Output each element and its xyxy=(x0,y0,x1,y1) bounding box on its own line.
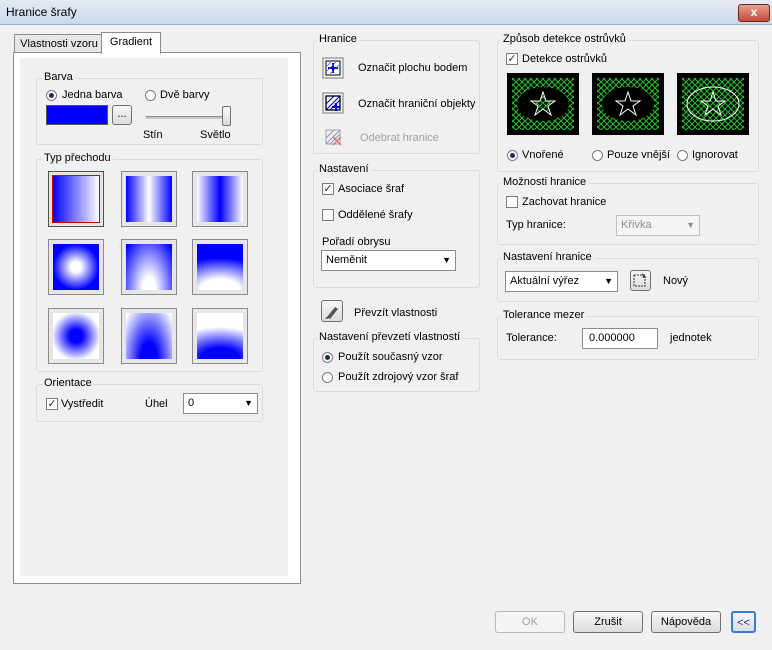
boundary-set-label: Nastavení hranice xyxy=(501,251,594,263)
shade-slider-track xyxy=(146,116,230,119)
island-normal-label: Vnořené xyxy=(522,149,564,161)
gradient-invhemispherical-swatch xyxy=(126,313,172,359)
boundary-type-label: Typ hranice: xyxy=(506,219,566,231)
boundaries-label: Hranice xyxy=(317,33,359,45)
gradient-hemispherical-button[interactable] xyxy=(121,239,177,295)
boundary-retention-label: Možnosti hranice xyxy=(501,176,589,188)
use-source-radio[interactable] xyxy=(322,372,333,383)
draw-order-value: Neměnit xyxy=(326,254,367,266)
use-current-radio[interactable] xyxy=(322,352,333,363)
pick-point-icon[interactable] xyxy=(322,57,344,79)
retain-boundaries-checkbox[interactable] xyxy=(506,196,518,208)
center-checkbox[interactable]: ✓ xyxy=(46,398,58,410)
gradient-spherical-button[interactable] xyxy=(48,308,104,364)
pick-point-label[interactable]: Označit plochu bodem xyxy=(358,62,467,74)
inherit-options-group xyxy=(313,338,480,392)
browse-color-button[interactable]: ... xyxy=(112,105,132,125)
gradient-invcurved-button[interactable] xyxy=(192,308,248,364)
window-title: Hranice šrafy xyxy=(6,5,77,19)
shade-slider-thumb[interactable] xyxy=(222,106,231,126)
draw-order-select[interactable]: Neměnit ▼ xyxy=(321,250,456,271)
use-source-label: Použít zdrojový vzor šraf xyxy=(338,371,459,383)
use-current-label: Použít současný vzor xyxy=(338,351,443,363)
gradient-spherical-swatch xyxy=(53,313,99,359)
options-label: Nastavení xyxy=(317,163,371,175)
islands-label: Způsob detekce ostrůvků xyxy=(501,33,628,45)
orientation-label: Orientace xyxy=(42,377,94,389)
island-normal-preview[interactable] xyxy=(507,73,579,135)
center-label: Vystředit xyxy=(61,398,104,410)
island-ignore-preview[interactable] xyxy=(677,73,749,135)
boundary-set-select[interactable]: Aktuální výřez ▼ xyxy=(505,271,618,292)
gradient-linear-swatch xyxy=(52,175,100,223)
new-boundary-set-label: Nový xyxy=(663,275,689,287)
one-color-label: Jedna barva xyxy=(62,89,123,101)
gradient-type-label: Typ přechodu xyxy=(42,152,113,164)
gradient-linear-button[interactable] xyxy=(48,171,104,227)
island-outer-preview[interactable] xyxy=(592,73,664,135)
two-colors-label: Dvě barvy xyxy=(160,89,210,101)
tab-pattern-properties[interactable]: Vlastnosti vzoru xyxy=(14,34,104,54)
select-objects-icon[interactable] xyxy=(322,92,344,114)
tab-gradient[interactable]: Gradient xyxy=(101,32,161,54)
gradient-curved-swatch xyxy=(197,244,243,290)
shade-label: Stín xyxy=(143,129,163,141)
color-group-label: Barva xyxy=(42,71,75,83)
island-detection-label: Detekce ostrůvků xyxy=(522,53,607,65)
boundary-type-select[interactable]: Křivka ▼ xyxy=(616,215,700,236)
gradient-invcylinder-swatch xyxy=(197,176,243,222)
inherit-options-label: Nastavení převzetí vlastností xyxy=(317,331,463,343)
chevron-down-icon: ▼ xyxy=(244,398,253,408)
close-button[interactable]: x xyxy=(738,4,770,22)
color-swatch[interactable] xyxy=(46,105,108,125)
gap-tolerance-label: Tolerance mezer xyxy=(501,309,587,321)
island-outer-radio[interactable] xyxy=(592,150,603,161)
tint-label: Světlo xyxy=(200,129,231,141)
retain-boundaries-label: Zachovat hranice xyxy=(522,196,607,208)
ok-button[interactable]: OK xyxy=(495,611,565,633)
chevron-down-icon: ▼ xyxy=(686,220,695,230)
gradient-hemispherical-swatch xyxy=(126,244,172,290)
separate-hatches-checkbox[interactable] xyxy=(322,209,334,221)
remove-boundaries-icon[interactable] xyxy=(322,126,342,146)
remove-boundaries-label[interactable]: Odebrat hranice xyxy=(360,132,439,144)
gradient-invhemispherical-button[interactable] xyxy=(121,308,177,364)
inherit-properties-button[interactable] xyxy=(321,300,343,322)
island-normal-radio[interactable] xyxy=(507,150,518,161)
gradient-cylinder-swatch xyxy=(126,176,172,222)
gradient-cylinder-button[interactable] xyxy=(121,171,177,227)
chevron-down-icon: ▼ xyxy=(604,276,613,286)
inherit-properties-label[interactable]: Převzít vlastnosti xyxy=(354,307,437,319)
angle-select[interactable]: 0 ▼ xyxy=(183,393,258,414)
tolerance-input[interactable]: 0.000000 xyxy=(582,328,658,349)
tolerance-units: jednotek xyxy=(670,332,712,344)
angle-label: Úhel xyxy=(145,398,168,410)
title-bar xyxy=(0,0,772,25)
angle-value: 0 xyxy=(188,397,195,409)
island-ignore-label: Ignorovat xyxy=(692,149,738,161)
gradient-invcylinder-button[interactable] xyxy=(192,171,248,227)
two-colors-radio[interactable] xyxy=(145,90,156,101)
chevron-down-icon: ▼ xyxy=(442,255,451,265)
draw-order-label: Pořadí obrysu xyxy=(322,236,391,248)
help-button[interactable]: Nápověda xyxy=(651,611,721,633)
gradient-invspherical-swatch xyxy=(53,244,99,290)
gradient-invcurved-swatch xyxy=(197,313,243,359)
boundary-type-value: Křivka xyxy=(621,219,652,231)
associative-checkbox[interactable]: ✓ xyxy=(322,183,334,195)
island-ignore-radio[interactable] xyxy=(677,150,688,161)
one-color-radio[interactable] xyxy=(46,90,57,101)
island-outer-label: Pouze vnější xyxy=(607,149,670,161)
island-detection-checkbox[interactable]: ✓ xyxy=(506,53,518,65)
cancel-button[interactable]: Zrušit xyxy=(573,611,643,633)
boundary-set-value: Aktuální výřez xyxy=(510,275,580,287)
collapse-button[interactable]: << xyxy=(731,611,756,633)
new-boundary-set-button[interactable] xyxy=(630,270,651,291)
gradient-curved-button[interactable] xyxy=(192,239,248,295)
gradient-invspherical-button[interactable] xyxy=(48,239,104,295)
associative-label: Asociace šraf xyxy=(338,183,405,195)
select-objects-label[interactable]: Označit hraniční objekty xyxy=(358,98,475,110)
separate-hatches-label: Oddělené šrafy xyxy=(338,209,413,221)
tolerance-label: Tolerance: xyxy=(506,332,557,344)
